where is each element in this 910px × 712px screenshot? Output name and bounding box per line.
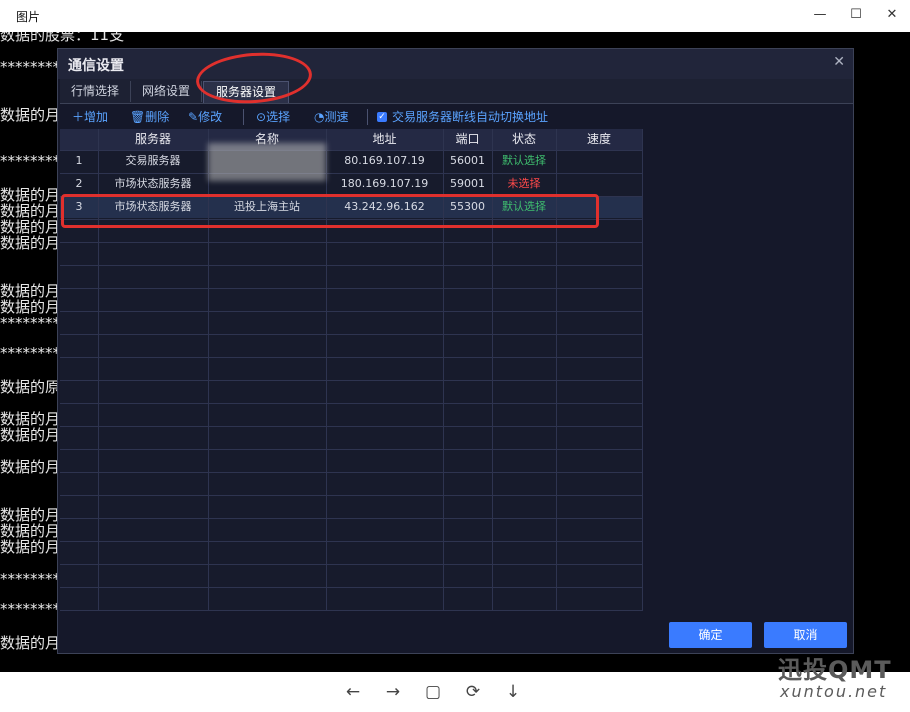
row-status[interactable]: 未选择 xyxy=(492,173,556,195)
speed-test-button[interactable]: ◔测速 xyxy=(314,108,349,125)
highlight-rectangle xyxy=(61,194,599,228)
grid-line xyxy=(642,129,643,611)
row-index: 1 xyxy=(75,154,83,167)
close-window-button[interactable]: ✕ xyxy=(878,4,906,26)
grid-line xyxy=(60,311,643,312)
fit-icon[interactable]: ▢ xyxy=(420,680,446,704)
add-button[interactable]: ＋增加 xyxy=(72,108,108,125)
toolbar-divider xyxy=(367,109,368,125)
row-port[interactable]: 56001 xyxy=(443,150,492,172)
console-line: 数据的月 xyxy=(0,458,61,476)
row-address[interactable]: 180.169.107.19 xyxy=(326,173,443,195)
grid-line xyxy=(60,265,643,266)
console-line: 数据的原 xyxy=(0,378,61,396)
viewer-titlebar: 图片 — ☐ ✕ xyxy=(0,0,910,32)
watermark-brand: 迅投QMT xyxy=(778,656,892,684)
tab-network-settings[interactable]: 网络设置 xyxy=(131,81,202,102)
viewer-title: 图片 xyxy=(16,10,41,24)
viewer-toolbar: ← → ▢ ⟳ ↓ xyxy=(0,672,910,712)
tab-quote-selection[interactable]: 行情选择 xyxy=(60,81,131,102)
grid-line xyxy=(60,403,643,404)
grid-line xyxy=(60,242,643,243)
console-line: 数据的月 xyxy=(0,538,61,556)
auto-switch-checkbox[interactable]: ✓ xyxy=(377,112,387,122)
grid-line xyxy=(60,380,643,381)
ok-button[interactable]: 确定 xyxy=(669,622,752,648)
row-address[interactable]: 80.169.107.19 xyxy=(326,150,443,172)
minimize-button[interactable]: — xyxy=(806,4,834,26)
toolbar: ＋增加 🗑删除 ✎修改 ⊙选择 ◔测速 ✓ 交易服务器断线自动切换地址 xyxy=(58,104,853,128)
check-circle-icon: ⊙ xyxy=(256,110,267,124)
grid-line xyxy=(60,288,643,289)
column-header-speed[interactable]: 速度 xyxy=(556,129,642,150)
column-header-status[interactable]: 状态 xyxy=(492,129,556,150)
grid-line xyxy=(60,610,643,611)
console-line: 数据的月 xyxy=(0,106,61,124)
grid-line xyxy=(60,357,643,358)
download-icon[interactable]: ↓ xyxy=(500,680,526,704)
grid-line xyxy=(60,541,643,542)
edit-icon: ✎ xyxy=(188,110,199,124)
prev-icon[interactable]: ← xyxy=(340,680,366,704)
rotate-icon[interactable]: ⟳ xyxy=(460,680,486,704)
grid-line xyxy=(60,472,643,473)
console-line: 数据的月 xyxy=(0,634,61,652)
tab-bar: 行情选择 网络设置 服务器设置 xyxy=(60,79,853,104)
column-header-port[interactable]: 端口 xyxy=(443,129,492,150)
maximize-button[interactable]: ☐ xyxy=(842,4,870,26)
row-server[interactable]: 交易服务器 xyxy=(98,150,208,172)
row-server[interactable]: 市场状态服务器 xyxy=(98,173,208,195)
grid-line xyxy=(60,587,643,588)
grid-line xyxy=(60,334,643,335)
grid-line xyxy=(60,564,643,565)
column-header-address[interactable]: 地址 xyxy=(326,129,443,150)
next-icon[interactable]: → xyxy=(380,680,406,704)
row-index: 2 xyxy=(75,177,83,190)
column-header-server[interactable]: 服务器 xyxy=(98,129,208,150)
console-line: 数据的月 xyxy=(0,426,61,444)
grid-line xyxy=(60,495,643,496)
close-icon[interactable]: ✕ xyxy=(833,54,845,70)
communication-settings-dialog: 通信设置 ✕ 行情选择 网络设置 服务器设置 ＋增加 🗑删除 ✎修改 ⊙选择 ◔… xyxy=(57,48,854,654)
console-line: 数据的股票：11支 xyxy=(0,32,125,44)
dialog-title: 通信设置 xyxy=(68,58,124,74)
trash-icon: 🗑 xyxy=(130,110,146,124)
console-line: 数据的月 xyxy=(0,234,61,252)
grid-line xyxy=(60,518,643,519)
redacted-name-area xyxy=(208,143,326,181)
toolbar-divider xyxy=(243,109,244,125)
grid-line xyxy=(60,449,643,450)
row-status[interactable]: 默认选择 xyxy=(492,150,556,172)
watermark-site: xuntou.net xyxy=(780,682,888,701)
row-port[interactable]: 59001 xyxy=(443,173,492,195)
cancel-button[interactable]: 取消 xyxy=(764,622,847,648)
delete-button[interactable]: 🗑删除 xyxy=(130,108,169,125)
gauge-icon: ◔ xyxy=(314,110,325,124)
edit-button[interactable]: ✎修改 xyxy=(188,108,222,125)
select-button[interactable]: ⊙选择 xyxy=(256,108,290,125)
grid-line xyxy=(60,426,643,427)
auto-switch-label: 交易服务器断线自动切换地址 xyxy=(392,110,549,124)
plus-icon: ＋ xyxy=(72,110,85,124)
dialog-header: 通信设置 ✕ xyxy=(58,49,853,79)
